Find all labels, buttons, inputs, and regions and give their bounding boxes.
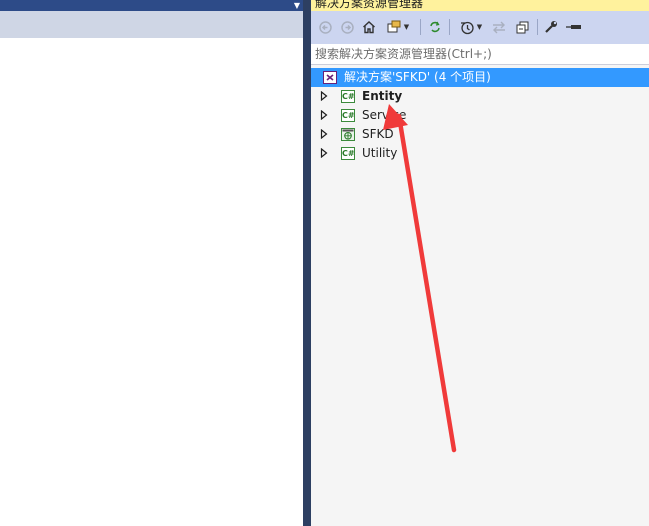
toolbar-separator xyxy=(449,19,450,35)
expand-arrow-icon[interactable] xyxy=(320,129,328,139)
tree-node-entity[interactable]: C# Entity xyxy=(311,87,649,106)
csharp-project-icon: C# xyxy=(341,90,355,103)
pin-icon[interactable] xyxy=(565,18,583,36)
editor-area[interactable] xyxy=(0,38,303,526)
forward-icon[interactable] xyxy=(339,18,355,36)
web-project-icon xyxy=(341,128,355,141)
collapse-all-icon[interactable] xyxy=(514,18,530,36)
expand-arrow-icon[interactable] xyxy=(320,91,328,101)
project-label: Entity xyxy=(362,89,403,103)
pending-changes-icon[interactable]: ▼ xyxy=(456,18,486,36)
solution-label: 解决方案'SFKD' (4 个项目) xyxy=(344,70,491,84)
solution-explorer: 解决方案资源管理器 ▼ ▼ 搜索解决方案资源管理器(Ctrl+;) 解决方案'S… xyxy=(311,0,649,526)
csharp-project-icon: C# xyxy=(341,109,355,122)
toolbar-separator xyxy=(537,19,538,35)
csharp-project-icon: C# xyxy=(341,147,355,160)
solution-explorer-title-bar[interactable]: 解决方案资源管理器 xyxy=(311,0,649,11)
tree-node-solution[interactable]: 解决方案'SFKD' (4 个项目) xyxy=(311,68,649,87)
solution-explorer-toolbar: ▼ ▼ xyxy=(311,11,649,44)
sync-icon[interactable] xyxy=(427,18,443,36)
panel-splitter[interactable] xyxy=(303,0,311,526)
project-label: Service xyxy=(362,108,407,122)
expand-arrow-icon[interactable] xyxy=(320,148,328,158)
tree-node-utility[interactable]: C# Utility xyxy=(311,144,649,163)
tree-node-sfkd[interactable]: SFKD xyxy=(311,125,649,144)
solution-tree: 解决方案'SFKD' (4 个项目) C# Entity C# Service xyxy=(311,65,649,526)
switch-views-icon[interactable]: ▼ xyxy=(383,18,413,36)
back-icon[interactable] xyxy=(317,18,333,36)
tree-node-service[interactable]: C# Service xyxy=(311,106,649,125)
project-label: Utility xyxy=(362,146,398,160)
solution-explorer-title: 解决方案资源管理器 xyxy=(315,0,424,10)
solution-explorer-search xyxy=(311,44,649,65)
solution-icon xyxy=(323,71,337,84)
expand-arrow-icon[interactable] xyxy=(320,110,328,120)
search-input[interactable] xyxy=(315,45,641,63)
left-title-bar: ▼ xyxy=(0,0,303,11)
toolbar-separator xyxy=(420,19,421,35)
show-all-files-icon[interactable] xyxy=(491,18,507,36)
project-label: SFKD xyxy=(362,127,394,141)
chevron-down-icon[interactable]: ▼ xyxy=(292,1,302,10)
home-icon[interactable] xyxy=(361,18,377,36)
properties-icon[interactable] xyxy=(543,18,559,36)
document-tab-strip xyxy=(0,11,303,38)
